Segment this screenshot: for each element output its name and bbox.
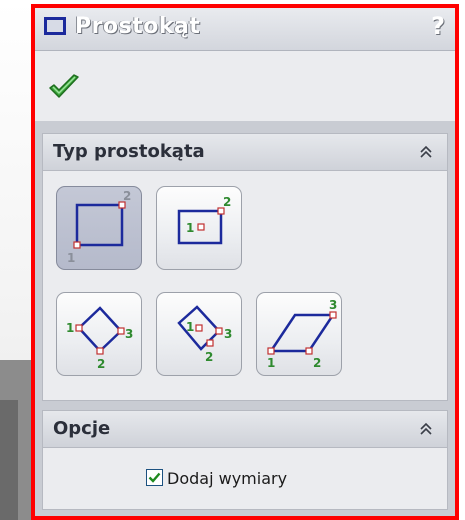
collapse-chevron-icon[interactable] bbox=[417, 143, 435, 161]
point-label-3: 3 bbox=[329, 298, 337, 312]
point-label-1: 1 bbox=[186, 221, 194, 235]
panel-title: Prostokąt bbox=[75, 14, 201, 39]
point-label-1: 1 bbox=[267, 356, 275, 370]
options-group-header[interactable]: Opcje bbox=[43, 411, 447, 448]
point-label-2: 2 bbox=[97, 357, 105, 371]
point-label-3: 3 bbox=[125, 327, 133, 341]
property-manager-panel: Prostokąt ? Typ prostokąta 2 1 1 2 1 2 3… bbox=[31, 4, 459, 520]
corner-rectangle-button[interactable]: 2 1 bbox=[56, 186, 142, 270]
point-label-2: 2 bbox=[223, 195, 231, 209]
cad-model-edge bbox=[0, 400, 18, 520]
confirm-row bbox=[35, 51, 455, 121]
point-label-2: 2 bbox=[205, 350, 213, 364]
three-point-center-rectangle-icon: 1 2 3 bbox=[177, 305, 232, 364]
center-rectangle-icon: 1 2 bbox=[177, 195, 231, 245]
add-dimensions-checkbox[interactable] bbox=[146, 469, 163, 486]
three-point-center-rectangle-button[interactable]: 1 2 3 bbox=[156, 292, 242, 376]
center-rectangle-button[interactable]: 1 2 bbox=[156, 186, 242, 270]
point-label-1: 1 bbox=[66, 321, 74, 335]
rectangle-type-group-title: Typ prostokąta bbox=[53, 141, 205, 162]
parallelogram-icon: 1 2 3 bbox=[267, 298, 337, 370]
checkmark-icon bbox=[148, 472, 161, 483]
options-group: Opcje Dodaj wymiary bbox=[42, 410, 448, 510]
checkmark-icon[interactable] bbox=[47, 73, 81, 101]
collapse-chevron-icon[interactable] bbox=[417, 420, 435, 438]
point-label-1: 1 bbox=[67, 251, 75, 265]
add-dimensions-label[interactable]: Dodaj wymiary bbox=[167, 469, 287, 488]
parallelogram-button[interactable]: 1 2 3 bbox=[256, 292, 342, 376]
rectangle-type-group: Typ prostokąta 2 1 1 2 1 2 3 1 2 3 1 2 3 bbox=[42, 133, 448, 401]
help-icon[interactable]: ? bbox=[431, 12, 445, 40]
three-point-corner-rectangle-icon: 1 2 3 bbox=[66, 306, 133, 371]
panel-title-bar: Prostokąt ? bbox=[35, 8, 455, 51]
point-label-3: 3 bbox=[224, 327, 232, 341]
add-dimensions-option: Dodaj wymiary bbox=[43, 447, 447, 511]
rectangle-type-group-header[interactable]: Typ prostokąta bbox=[43, 134, 447, 171]
three-point-corner-rectangle-button[interactable]: 1 2 3 bbox=[56, 292, 142, 376]
rectangle-icon bbox=[44, 17, 66, 35]
options-group-title: Opcje bbox=[53, 418, 111, 439]
point-label-2: 2 bbox=[123, 189, 131, 203]
corner-rectangle-icon: 2 1 bbox=[67, 189, 131, 265]
point-label-2: 2 bbox=[313, 356, 321, 370]
point-label-1: 1 bbox=[186, 320, 194, 334]
